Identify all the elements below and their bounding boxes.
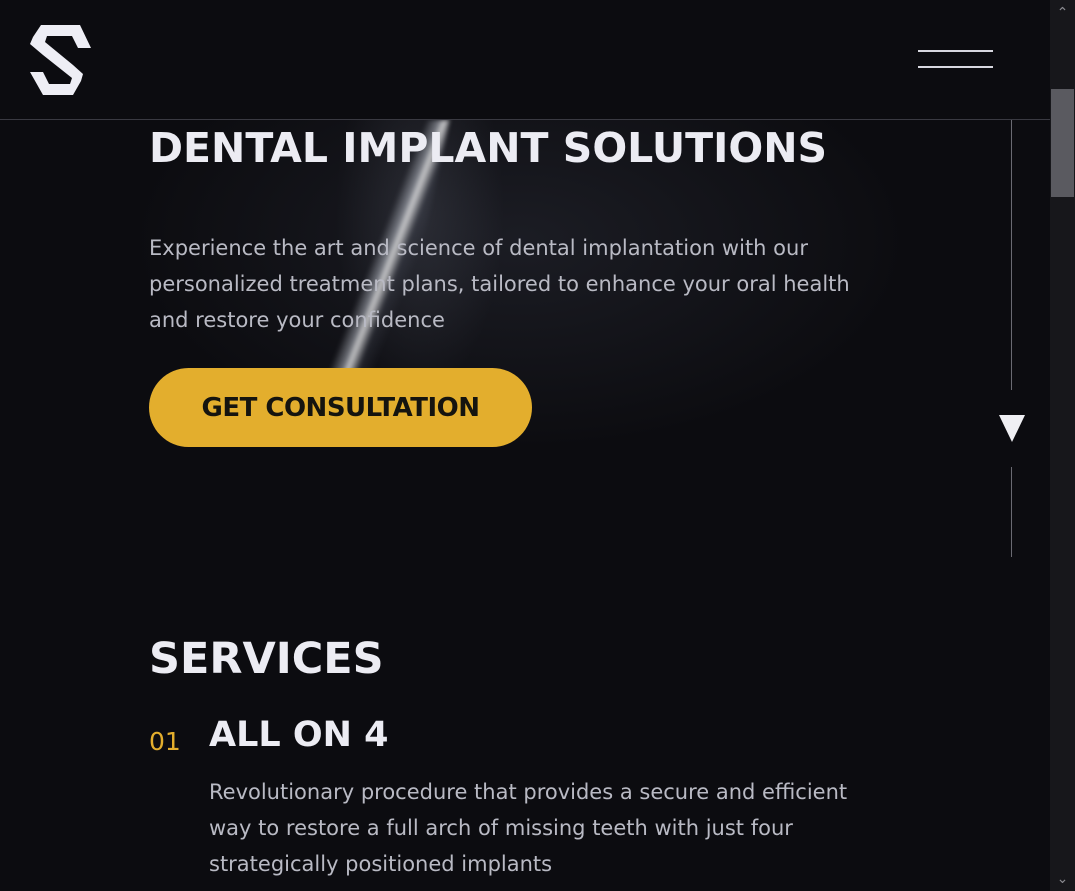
- hero-description: Experience the art and science of dental…: [149, 236, 850, 332]
- hero-title: DENTAL IMPLANT SOLUTIONS: [149, 124, 828, 172]
- service-description: Revolutionary procedure that provides a …: [209, 780, 848, 876]
- s-logo-icon: [30, 25, 91, 95]
- services-title: SERVICES: [149, 634, 384, 684]
- scrollbar-thumb[interactable]: [1051, 89, 1074, 197]
- service-title[interactable]: ALL ON 4: [209, 715, 388, 755]
- site-header: [0, 0, 1050, 120]
- chevron-up-icon[interactable]: ⌃: [1050, 0, 1075, 25]
- page: DENTAL IMPLANT SOLUTIONS Experience the …: [0, 0, 1050, 891]
- menu-button[interactable]: [914, 42, 996, 76]
- service-number: 01: [149, 727, 181, 756]
- scroll-indicator-line-bottom: [1011, 467, 1012, 557]
- hamburger-menu-icon: [918, 50, 993, 52]
- logo-link[interactable]: [25, 22, 95, 98]
- get-consultation-button[interactable]: GET CONSULTATION: [149, 368, 532, 447]
- hamburger-menu-icon-line: [918, 66, 993, 68]
- browser-scrollbar[interactable]: ⌃ ⌄: [1050, 0, 1075, 891]
- chevron-down-icon[interactable]: ⌄: [1050, 866, 1075, 891]
- scroll-indicator-line-top: [1011, 120, 1012, 390]
- triangle-down-icon[interactable]: [999, 415, 1025, 442]
